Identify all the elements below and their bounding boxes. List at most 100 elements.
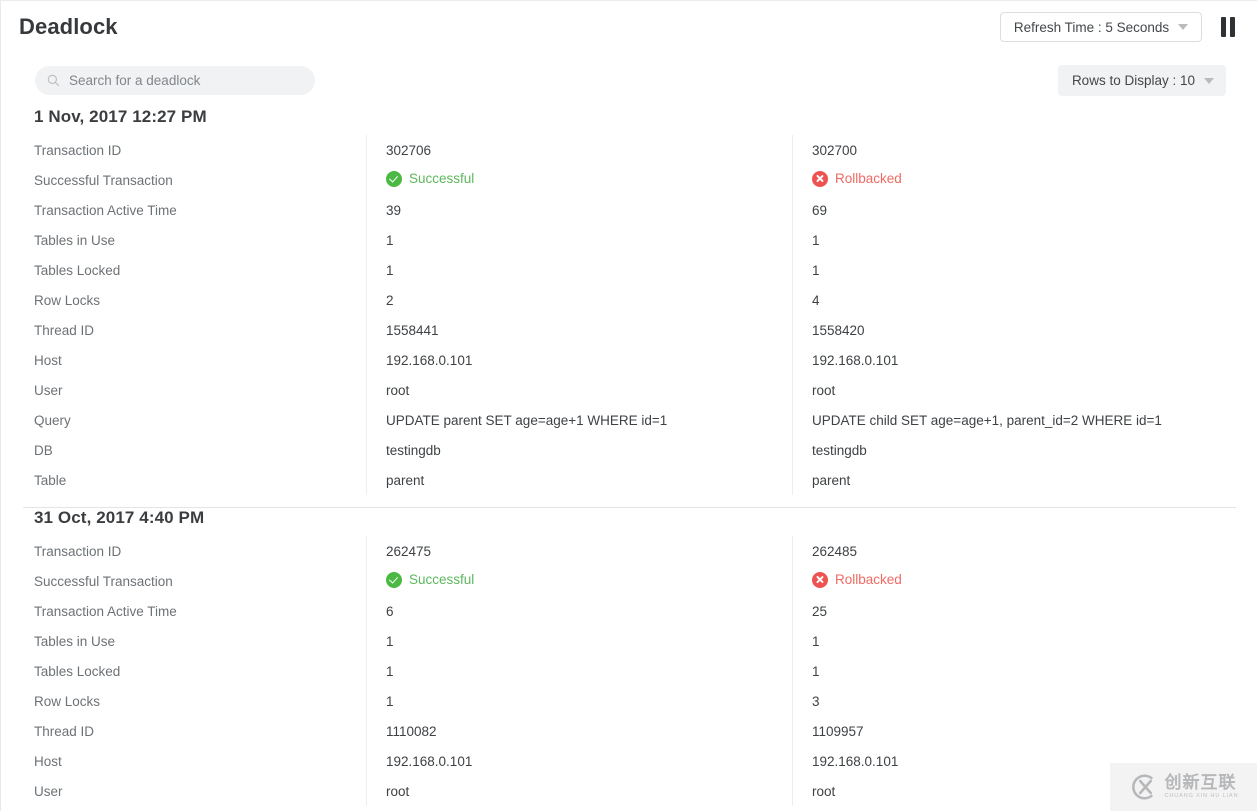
table-row: Transaction ID262475262485 bbox=[1, 536, 1257, 566]
transaction-1-value: root bbox=[366, 784, 792, 799]
row-label: Row Locks bbox=[1, 694, 366, 709]
table-row: Tableparentparent bbox=[1, 465, 1257, 495]
transaction-2-value: 25 bbox=[792, 604, 1257, 619]
deadlock-list: 1 Nov, 2017 12:27 PMTransaction ID302706… bbox=[1, 107, 1257, 806]
table-row: Successful Transaction Successful Rollback… bbox=[1, 566, 1257, 596]
table-row: DBtestingdbtestingdb bbox=[1, 435, 1257, 465]
table-row: Userrootroot bbox=[1, 375, 1257, 405]
table-row: Host192.168.0.101192.168.0.101 bbox=[1, 746, 1257, 776]
table-row: Userrootroot bbox=[1, 776, 1257, 806]
transaction-1-value: 302706 bbox=[366, 143, 792, 158]
table-row: Tables Locked11 bbox=[1, 255, 1257, 285]
row-label: Tables Locked bbox=[1, 263, 366, 278]
table-row: Transaction Active Time625 bbox=[1, 596, 1257, 626]
deadlock-rows: Transaction ID262475262485Successful Tra… bbox=[1, 536, 1257, 806]
table-row: QueryUPDATE parent SET age=age+1 WHERE i… bbox=[1, 405, 1257, 435]
status-label: Rollbacked bbox=[835, 171, 902, 186]
table-row: Tables in Use11 bbox=[1, 626, 1257, 656]
row-label: Host bbox=[1, 353, 366, 368]
error-circle-icon bbox=[812, 171, 828, 187]
transaction-2-value: parent bbox=[792, 473, 1257, 488]
row-label: Thread ID bbox=[1, 724, 366, 739]
error-circle-icon bbox=[812, 572, 828, 588]
table-row: Transaction ID302706302700 bbox=[1, 135, 1257, 165]
check-circle-icon bbox=[386, 572, 402, 588]
row-label: Successful Transaction bbox=[1, 574, 366, 589]
transaction-1-value: 39 bbox=[366, 203, 792, 218]
row-label: User bbox=[1, 383, 366, 398]
chevron-down-icon bbox=[1204, 78, 1214, 84]
status-badge: Rollbacked bbox=[812, 572, 902, 588]
transaction-1-value: 1 bbox=[366, 263, 792, 278]
transaction-2-value: 3 bbox=[792, 694, 1257, 709]
table-row: Transaction Active Time3969 bbox=[1, 195, 1257, 225]
chevron-down-icon bbox=[1178, 24, 1188, 30]
transaction-1-value: Successful bbox=[366, 171, 792, 190]
row-label: DB bbox=[1, 443, 366, 458]
transaction-1-value: UPDATE parent SET age=age+1 WHERE id=1 bbox=[366, 413, 792, 428]
deadlock-block: 1 Nov, 2017 12:27 PM Transaction ID302706… bbox=[1, 107, 1257, 495]
rows-to-display-select[interactable]: Rows to Display : 10 bbox=[1058, 65, 1226, 96]
row-label: Transaction ID bbox=[1, 544, 366, 559]
transaction-1-value: 1 bbox=[366, 233, 792, 248]
deadlock-rows: Transaction ID302706302700Successful Tra… bbox=[1, 135, 1257, 495]
transaction-1-value: 262475 bbox=[366, 544, 792, 559]
row-label: Tables in Use bbox=[1, 634, 366, 649]
table-row: Row Locks24 bbox=[1, 285, 1257, 315]
row-label: Thread ID bbox=[1, 323, 366, 338]
transaction-1-value: parent bbox=[366, 473, 792, 488]
search-input[interactable] bbox=[69, 73, 303, 88]
row-label: Host bbox=[1, 754, 366, 769]
table-row: Tables Locked11 bbox=[1, 656, 1257, 686]
row-label: Row Locks bbox=[1, 293, 366, 308]
page-title: Deadlock bbox=[19, 14, 118, 40]
search-box[interactable] bbox=[35, 66, 315, 95]
transaction-1-value: 2 bbox=[366, 293, 792, 308]
refresh-time-select[interactable]: Refresh Time : 5 Seconds bbox=[1000, 12, 1202, 42]
deadlock-page: Deadlock Refresh Time : 5 Seconds Rows t… bbox=[0, 0, 1257, 811]
pause-icon-bar-left bbox=[1221, 17, 1226, 37]
deadlock-block: 31 Oct, 2017 4:40 PM Transaction ID262475… bbox=[1, 508, 1257, 806]
transaction-1-value: 1558441 bbox=[366, 323, 792, 338]
status-label: Successful bbox=[409, 572, 474, 587]
row-label: Transaction Active Time bbox=[1, 203, 366, 218]
transaction-2-value: 1109957 bbox=[792, 724, 1257, 739]
transaction-2-value: 302700 bbox=[792, 143, 1257, 158]
deadlock-timestamp: 31 Oct, 2017 4:40 PM bbox=[1, 508, 1257, 528]
transaction-2-value: root bbox=[792, 383, 1257, 398]
transaction-2-value: 192.168.0.101 bbox=[792, 754, 1257, 769]
transaction-2-value: 1 bbox=[792, 233, 1257, 248]
row-label: User bbox=[1, 784, 366, 799]
check-circle-icon bbox=[386, 171, 402, 187]
transaction-2-value: 4 bbox=[792, 293, 1257, 308]
transaction-2-value: 1 bbox=[792, 664, 1257, 679]
transaction-1-value: 1 bbox=[366, 664, 792, 679]
transaction-1-value: 1 bbox=[366, 634, 792, 649]
row-label: Successful Transaction bbox=[1, 173, 366, 188]
page-header: Deadlock Refresh Time : 5 Seconds bbox=[1, 1, 1257, 53]
deadlock-timestamp: 1 Nov, 2017 12:27 PM bbox=[1, 107, 1257, 127]
toolbar: Rows to Display : 10 bbox=[1, 53, 1257, 107]
transaction-2-value: 69 bbox=[792, 203, 1257, 218]
status-label: Rollbacked bbox=[835, 572, 902, 587]
row-label: Tables Locked bbox=[1, 664, 366, 679]
row-label: Tables in Use bbox=[1, 233, 366, 248]
transaction-2-value: Rollbacked bbox=[792, 171, 1257, 190]
table-row: Tables in Use11 bbox=[1, 225, 1257, 255]
status-badge: Rollbacked bbox=[812, 171, 902, 187]
transaction-2-value: Rollbacked bbox=[792, 572, 1257, 591]
transaction-2-value: testingdb bbox=[792, 443, 1257, 458]
refresh-time-label: Refresh Time : 5 Seconds bbox=[1014, 20, 1169, 35]
table-row: Host192.168.0.101192.168.0.101 bbox=[1, 345, 1257, 375]
row-label: Transaction Active Time bbox=[1, 604, 366, 619]
search-icon bbox=[47, 74, 60, 87]
transaction-1-value: 192.168.0.101 bbox=[366, 754, 792, 769]
transaction-1-value: Successful bbox=[366, 572, 792, 591]
pause-button[interactable] bbox=[1214, 13, 1242, 41]
transaction-2-value: 262485 bbox=[792, 544, 1257, 559]
transaction-1-value: 192.168.0.101 bbox=[366, 353, 792, 368]
table-row: Row Locks13 bbox=[1, 686, 1257, 716]
row-label: Transaction ID bbox=[1, 143, 366, 158]
pause-icon-bar-right bbox=[1230, 17, 1235, 37]
transaction-1-value: 1 bbox=[366, 694, 792, 709]
